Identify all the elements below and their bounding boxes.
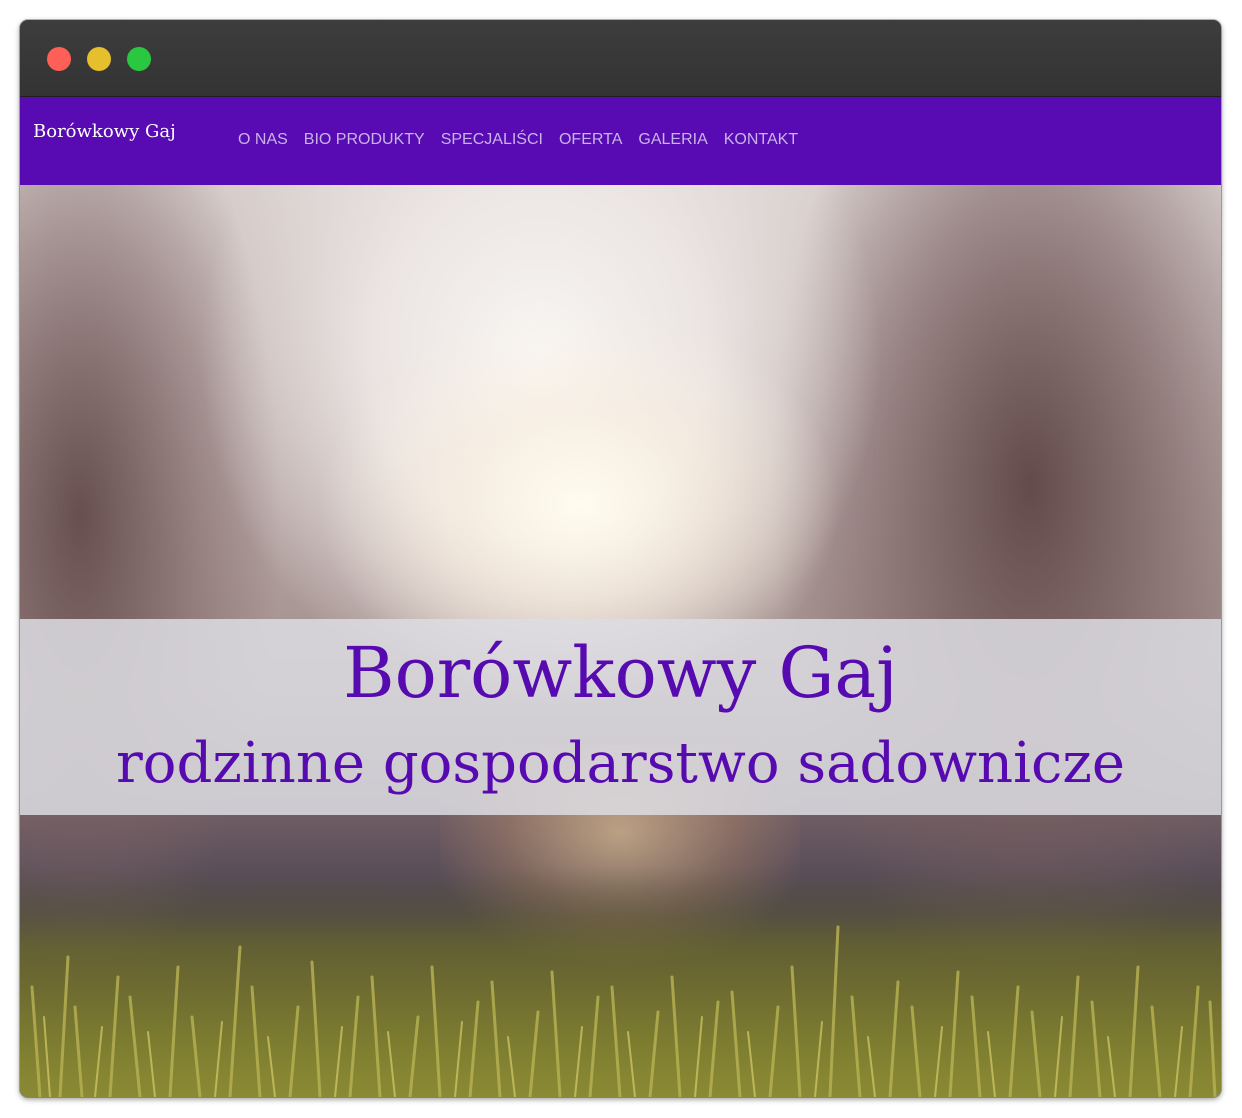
nav-link-kontakt[interactable]: KONTAKT <box>724 131 798 149</box>
site-navbar: Borówkowy Gaj O NAS BIO PRODUKTY SPECJAL… <box>20 97 1221 185</box>
window-titlebar <box>20 20 1221 97</box>
nav-link-galeria[interactable]: GALERIA <box>638 131 707 149</box>
hero-title: Borówkowy Gaj <box>343 632 898 714</box>
browser-window: Borówkowy Gaj O NAS BIO PRODUKTY SPECJAL… <box>20 20 1221 1097</box>
hero-grass-image <box>20 867 1221 1097</box>
hero-section: Borówkowy Gaj rodzinne gospodarstwo sado… <box>20 185 1221 1097</box>
nav-link-o-nas[interactable]: O NAS <box>238 131 288 149</box>
nav-link-bio-produkty[interactable]: BIO PRODUKTY <box>304 131 425 149</box>
hero-banner: Borówkowy Gaj rodzinne gospodarstwo sado… <box>20 619 1221 815</box>
close-window-button[interactable] <box>47 47 71 71</box>
nav-link-specjalisci[interactable]: SPECJALIŚCI <box>441 131 543 149</box>
minimize-window-button[interactable] <box>87 47 111 71</box>
nav-menu: O NAS BIO PRODUKTY SPECJALIŚCI OFERTA GA… <box>238 131 814 149</box>
zoom-window-button[interactable] <box>127 47 151 71</box>
hero-subtitle: rodzinne gospodarstwo sadownicze <box>116 731 1125 796</box>
site-brand-link[interactable]: Borówkowy Gaj <box>33 121 176 142</box>
nav-link-oferta[interactable]: OFERTA <box>559 131 622 149</box>
